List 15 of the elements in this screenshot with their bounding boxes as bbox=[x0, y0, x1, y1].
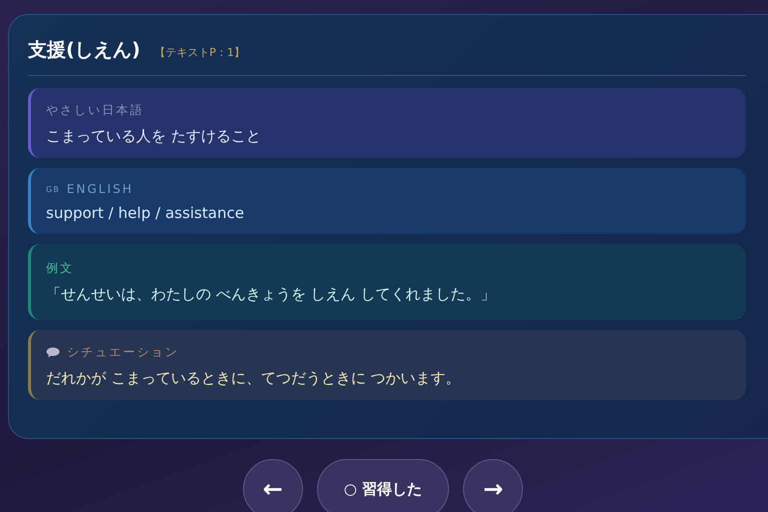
source-label: 【テキストP：1】 bbox=[154, 45, 246, 60]
speech-bubble-icon bbox=[46, 347, 60, 358]
section-text: 「せんせいは、わたしの べんきょうを しえん してくれました。」 bbox=[46, 285, 496, 304]
next-button[interactable]: → bbox=[463, 459, 524, 512]
learned-button[interactable]: ○ 習得した bbox=[316, 459, 450, 512]
section-label: シチュエーション bbox=[67, 344, 179, 361]
section-label: 例文 bbox=[46, 260, 74, 277]
section-label: やさしい日本語 bbox=[46, 102, 144, 119]
word-title: 支援(しえん) bbox=[28, 38, 140, 63]
section-text: こまっている人を たすけること bbox=[46, 127, 262, 146]
flag-label: GB bbox=[46, 184, 60, 194]
section-label: ENGLISH bbox=[66, 182, 134, 196]
previous-button[interactable]: ← bbox=[242, 459, 303, 512]
section-text: support / help / assistance bbox=[46, 204, 246, 222]
section-text: だれかが こまっているときに、てつだうときに つかいます。 bbox=[46, 369, 462, 388]
